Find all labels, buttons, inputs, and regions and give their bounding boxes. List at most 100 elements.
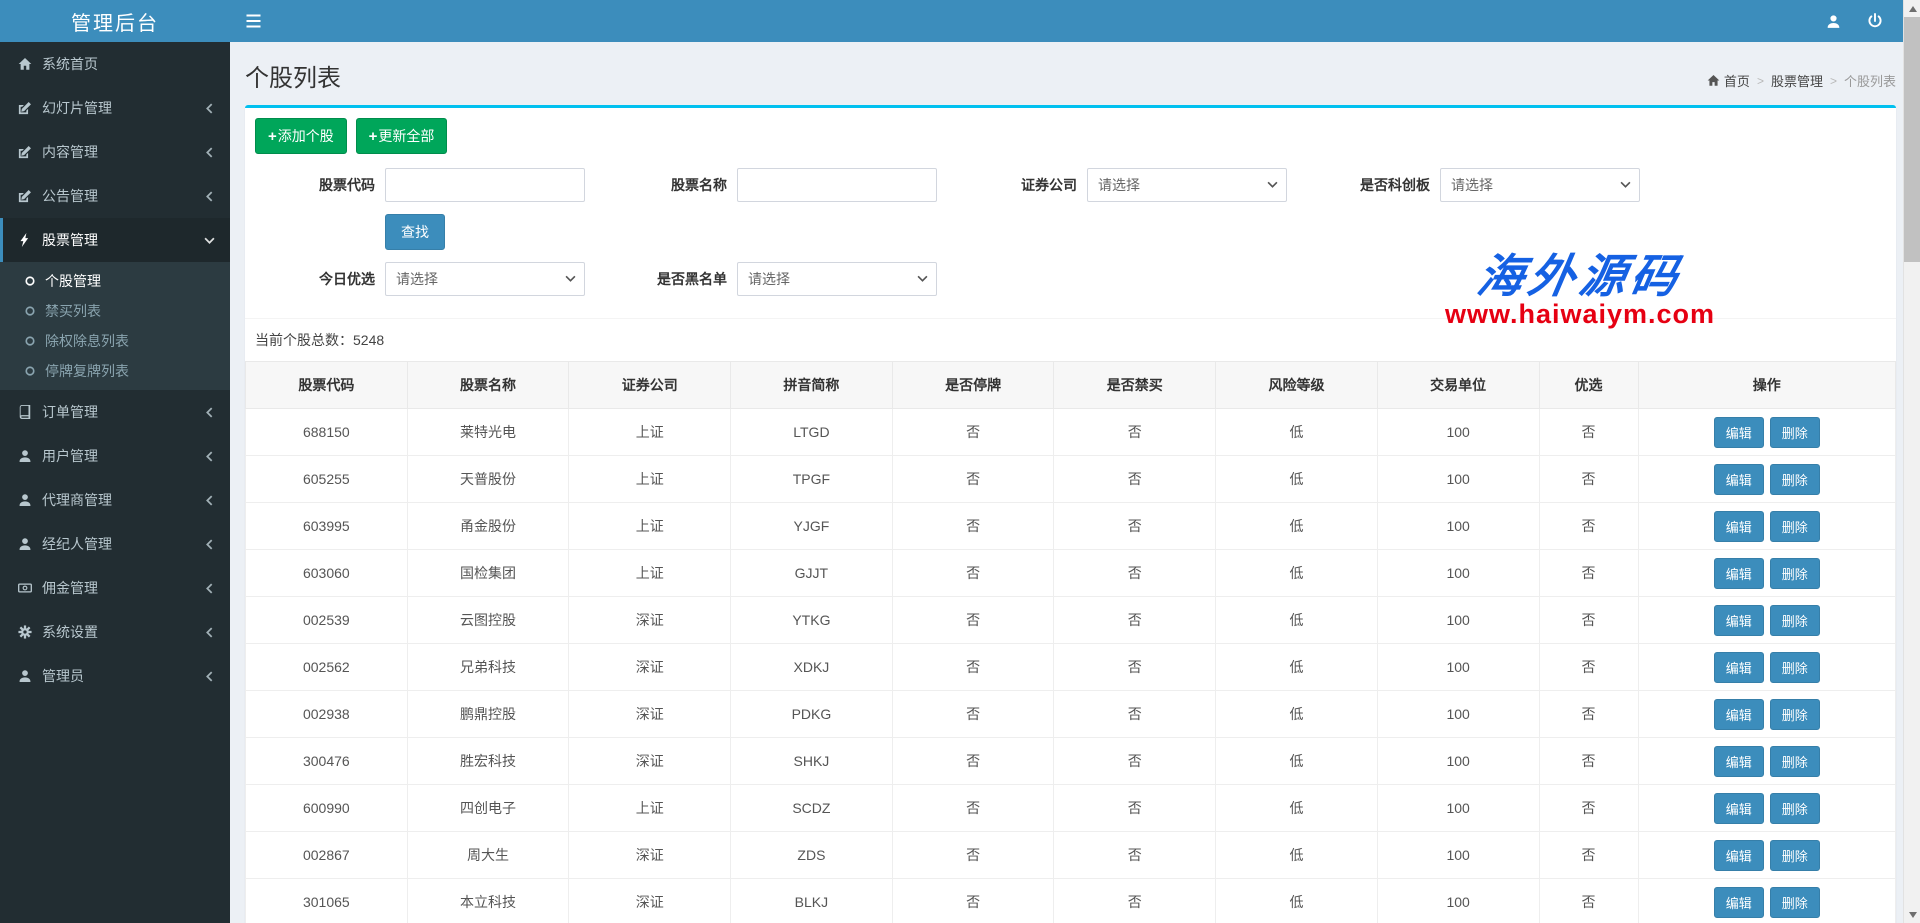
sidebar-item-brokers[interactable]: 经纪人管理	[0, 522, 230, 566]
cell-code: 002562	[246, 644, 408, 691]
stock-name-input[interactable]	[737, 168, 937, 202]
sidebar-item-content[interactable]: 内容管理	[0, 130, 230, 174]
edit-button[interactable]: 编辑	[1714, 746, 1764, 777]
scrollbar-up-button[interactable]	[1904, 0, 1920, 17]
navbar-right	[1812, 0, 1896, 42]
cell-preferred: 否	[1539, 409, 1638, 456]
cell-pinyin: YTKG	[731, 597, 893, 644]
cell-name: 天普股份	[407, 456, 569, 503]
delete-button[interactable]: 删除	[1770, 840, 1820, 871]
delete-button[interactable]: 删除	[1770, 887, 1820, 918]
sidebar-item-label: 幻灯片管理	[42, 98, 204, 118]
sidebar-item-orders[interactable]: 订单管理	[0, 390, 230, 434]
edit-button[interactable]: 编辑	[1714, 840, 1764, 871]
delete-button[interactable]: 删除	[1770, 464, 1820, 495]
cell-forbidden: 否	[1054, 456, 1216, 503]
cell-actions: 编辑删除	[1638, 785, 1896, 832]
sidebar-item-settings[interactable]: 系统设置	[0, 610, 230, 654]
cell-risk: 低	[1216, 550, 1378, 597]
update-all-button[interactable]: + 更新全部	[356, 118, 448, 154]
star-market-select[interactable]: 请选择	[1440, 168, 1640, 202]
sidebar-item-stocks[interactable]: 股票管理	[0, 218, 230, 262]
cell-suspended: 否	[892, 738, 1054, 785]
delete-button[interactable]: 删除	[1770, 652, 1820, 683]
sidebar-item-announcements[interactable]: 公告管理	[0, 174, 230, 218]
securities-company-select[interactable]: 请选择	[1087, 168, 1287, 202]
add-stock-button[interactable]: + 添加个股	[255, 118, 347, 154]
submenu-item-stock-manage[interactable]: 个股管理	[0, 266, 230, 296]
delete-button[interactable]: 删除	[1770, 746, 1820, 777]
scrollbar-thumb[interactable]	[1904, 17, 1920, 262]
delete-button[interactable]: 删除	[1770, 417, 1820, 448]
delete-button[interactable]: 删除	[1770, 605, 1820, 636]
home-icon	[1707, 74, 1720, 87]
edit-button[interactable]: 编辑	[1714, 511, 1764, 542]
logout-button[interactable]	[1854, 0, 1896, 42]
cell-forbidden: 否	[1054, 597, 1216, 644]
cell-forbidden: 否	[1054, 879, 1216, 923]
brand-logo[interactable]: 管理后台	[0, 0, 230, 42]
col-securities-company: 证券公司	[569, 362, 731, 409]
cell-company: 上证	[569, 503, 731, 550]
vertical-scrollbar[interactable]	[1903, 0, 1920, 923]
table-row: 002938鹏鼎控股深证PDKG否否低100否编辑删除	[246, 691, 1896, 738]
sidebar-item-agents[interactable]: 代理商管理	[0, 478, 230, 522]
stock-table: 股票代码 股票名称 证券公司 拼音简称 是否停牌 是否禁买 风险等级 交易单位 …	[245, 361, 1896, 923]
sidebar-toggle-button[interactable]	[230, 0, 276, 42]
sidebar-item-commission[interactable]: 佣金管理	[0, 566, 230, 610]
search-button[interactable]: 查找	[385, 214, 445, 250]
submenu-item-suspend-resume-list[interactable]: 停牌复牌列表	[0, 356, 230, 386]
delete-button[interactable]: 删除	[1770, 699, 1820, 730]
sidebar-item-home[interactable]: 系统首页	[0, 42, 230, 86]
triangle-up-icon	[1909, 6, 1917, 12]
edit-button[interactable]: 编辑	[1714, 793, 1764, 824]
submenu-item-exright-list[interactable]: 除权除息列表	[0, 326, 230, 356]
edit-button[interactable]: 编辑	[1714, 464, 1764, 495]
edit-button[interactable]: 编辑	[1714, 699, 1764, 730]
edit-button[interactable]: 编辑	[1714, 652, 1764, 683]
cell-suspended: 否	[892, 550, 1054, 597]
edit-button[interactable]: 编辑	[1714, 558, 1764, 589]
sidebar-item-slides[interactable]: 幻灯片管理	[0, 86, 230, 130]
sidebar-item-admins[interactable]: 管理员	[0, 654, 230, 698]
delete-button[interactable]: 删除	[1770, 558, 1820, 589]
circle-icon	[24, 305, 36, 317]
edit-button[interactable]: 编辑	[1714, 605, 1764, 636]
col-pinyin: 拼音简称	[731, 362, 893, 409]
submenu-item-forbidden-list[interactable]: 禁买列表	[0, 296, 230, 326]
breadcrumb-home[interactable]: 首页	[1707, 71, 1750, 90]
table-row: 603995甬金股份上证YJGF否否低100否编辑删除	[246, 503, 1896, 550]
filter-row-search: 查找	[385, 214, 1886, 250]
delete-button[interactable]: 删除	[1770, 511, 1820, 542]
cell-unit: 100	[1377, 879, 1539, 923]
cell-forbidden: 否	[1054, 550, 1216, 597]
col-actions: 操作	[1638, 362, 1896, 409]
cell-actions: 编辑删除	[1638, 456, 1896, 503]
cell-forbidden: 否	[1054, 644, 1216, 691]
delete-button[interactable]: 删除	[1770, 793, 1820, 824]
filter-row-2: 今日优选 请选择 是否黑名单 请选择	[255, 262, 1886, 296]
edit-icon	[18, 145, 32, 159]
user-menu-button[interactable]	[1812, 0, 1854, 42]
scrollbar-down-button[interactable]	[1904, 906, 1920, 923]
cell-suspended: 否	[892, 644, 1054, 691]
blacklist-select[interactable]: 请选择	[737, 262, 937, 296]
cell-code: 605255	[246, 456, 408, 503]
cell-preferred: 否	[1539, 456, 1638, 503]
edit-button[interactable]: 编辑	[1714, 887, 1764, 918]
table-row: 002867周大生深证ZDS否否低100否编辑删除	[246, 832, 1896, 879]
cell-pinyin: SCDZ	[731, 785, 893, 832]
stock-code-input[interactable]	[385, 168, 585, 202]
cell-company: 深证	[569, 879, 731, 923]
breadcrumb-stocks[interactable]: 股票管理	[1771, 71, 1823, 90]
cell-preferred: 否	[1539, 832, 1638, 879]
star-market-label: 是否科创板	[1287, 175, 1440, 195]
today-preferred-select[interactable]: 请选择	[385, 262, 585, 296]
edit-button[interactable]: 编辑	[1714, 417, 1764, 448]
circle-icon	[24, 365, 36, 377]
user-icon	[18, 537, 32, 551]
content-header: 个股列表 首页 > 股票管理 > 个股列表	[245, 42, 1896, 105]
cell-company: 深证	[569, 832, 731, 879]
sidebar-item-users[interactable]: 用户管理	[0, 434, 230, 478]
cell-pinyin: XDKJ	[731, 644, 893, 691]
